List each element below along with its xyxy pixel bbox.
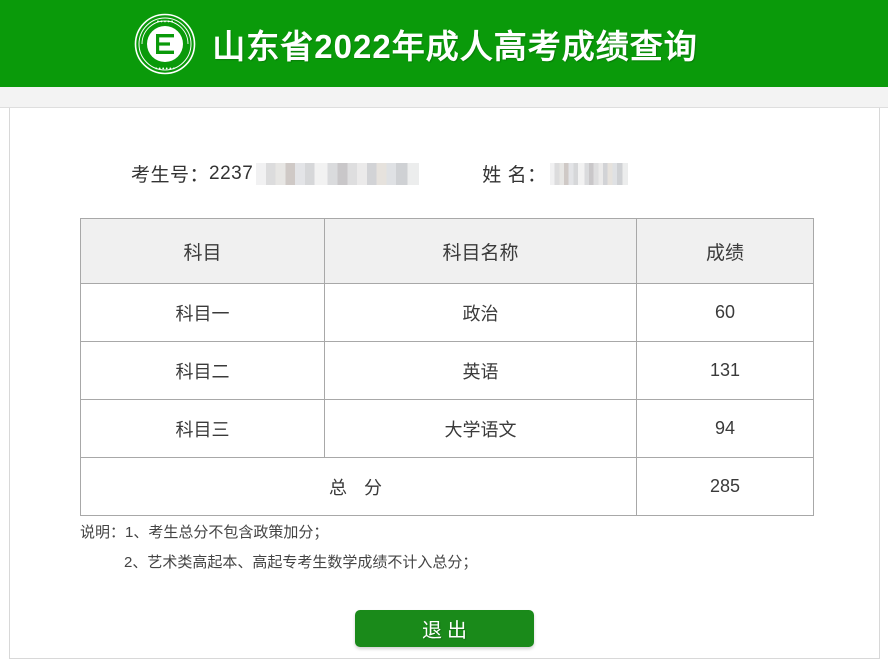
table-header-row: 科目 科目名称 成绩 [80, 218, 814, 284]
header-divider-band [0, 87, 888, 108]
cell-subject-name: 大学语文 [324, 399, 637, 458]
cell-subject: 科目三 [80, 399, 325, 458]
column-header-subject: 科目 [80, 218, 325, 284]
content-card: 考生号： 2237 姓 名： 科目 科目名称 成绩 科目一 政治 60 科目二 … [9, 108, 880, 659]
score-table: 科目 科目名称 成绩 科目一 政治 60 科目二 英语 131 科目三 大学语文… [80, 218, 814, 516]
cell-subject: 科目一 [80, 283, 325, 342]
header-content: ● ● ● ● ● ● ● ● ● ● ● 山东省2022年成人高考成绩查询 [134, 13, 697, 75]
cell-subject-name: 英语 [324, 341, 637, 400]
candidate-id-redaction-mosaic [256, 162, 420, 185]
circular-emblem-icon: ● ● ● ● ● ● ● ● ● ● ● [134, 13, 196, 75]
cell-score: 131 [636, 341, 814, 400]
svg-text:● ● ● ● ●: ● ● ● ● ● [157, 18, 174, 23]
cell-subject-name: 政治 [324, 283, 637, 342]
column-header-subject-name: 科目名称 [324, 218, 637, 284]
svg-text:● ● ● ● ● ●: ● ● ● ● ● ● [155, 65, 176, 70]
page-title: 山东省2022年成人高考成绩查询 [212, 27, 698, 65]
total-score: 285 [636, 457, 814, 516]
candidate-id-label: 考生号： [131, 165, 210, 186]
notes-block: 说明：1、考生总分不包含政策加分； 2、艺术类高起本、高起专考生数学成绩不计入总… [80, 518, 477, 578]
candidate-info-row: 考生号： 2237 姓 名： [10, 108, 879, 187]
cell-score: 60 [636, 283, 814, 342]
table-row: 科目二 英语 131 [80, 341, 814, 400]
action-bar: 退出 [10, 610, 879, 647]
candidate-name-label: 姓 名： [482, 165, 547, 186]
cell-subject: 科目二 [80, 341, 325, 400]
note-line-2: 2、艺术类高起本、高起专考生数学成绩不计入总分； [124, 554, 478, 571]
total-label: 总 分 [80, 457, 637, 516]
note-line-1: 说明：1、考生总分不包含政策加分； [80, 524, 329, 541]
candidate-id-value: 2237 [209, 162, 254, 184]
cell-score: 94 [636, 399, 814, 458]
page-header: ● ● ● ● ● ● ● ● ● ● ● 山东省2022年成人高考成绩查询 [0, 0, 888, 87]
column-header-score: 成绩 [636, 218, 814, 284]
candidate-name-redaction-mosaic [549, 162, 628, 185]
table-total-row: 总 分 285 [80, 457, 814, 516]
exit-button[interactable]: 退出 [355, 610, 534, 647]
table-row: 科目三 大学语文 94 [80, 399, 814, 458]
table-row: 科目一 政治 60 [80, 283, 814, 342]
